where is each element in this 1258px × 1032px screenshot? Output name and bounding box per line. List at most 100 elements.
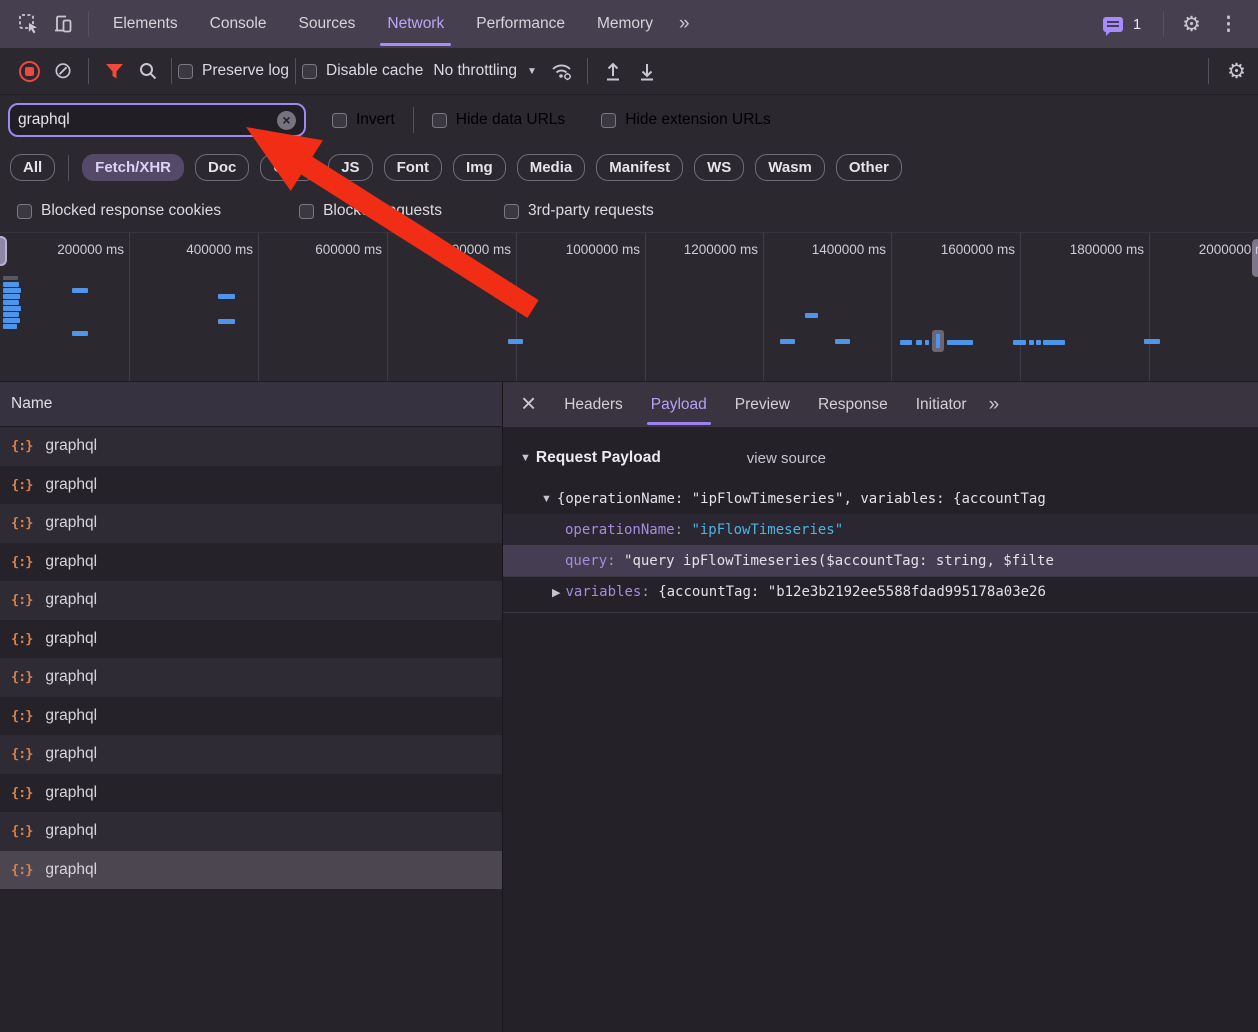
tab-performance[interactable]: Performance — [460, 0, 581, 48]
request-name: graphql — [45, 822, 97, 840]
invert-checkbox[interactable] — [332, 113, 347, 128]
timeline-overview[interactable]: 200000 ms400000 ms600000 ms800000 ms1000… — [0, 232, 1258, 382]
record-button[interactable] — [12, 54, 46, 88]
payload-row-variables[interactable]: ▶ variables: {accountTag: "b12e3b2192ee5… — [503, 576, 1258, 607]
network-conditions-icon[interactable] — [545, 54, 579, 88]
search-icon[interactable] — [131, 54, 165, 88]
filter-chip-js[interactable]: JS — [328, 154, 372, 181]
filter-input-box: × — [8, 103, 306, 137]
disable-cache-checkbox[interactable] — [302, 64, 317, 79]
detail-tab-payload[interactable]: Payload — [637, 382, 721, 427]
throttling-select[interactable]: No throttling ▼ — [433, 62, 536, 80]
request-row[interactable]: {:}graphql — [0, 620, 502, 659]
clear-network-log-icon[interactable]: ⊘ — [46, 54, 80, 88]
json-icon: {:} — [11, 438, 32, 454]
request-row[interactable]: {:}graphql — [0, 466, 502, 505]
request-row[interactable]: {:}graphql — [0, 774, 502, 813]
request-row[interactable]: {:}graphql — [0, 735, 502, 774]
filter-chip-all[interactable]: All — [10, 154, 55, 181]
third-party-requests-checkbox[interactable] — [504, 204, 519, 219]
request-row[interactable]: {:}graphql — [0, 504, 502, 543]
json-icon: {:} — [11, 785, 32, 801]
advanced-filter-row: Blocked response cookies Blocked request… — [0, 190, 1258, 232]
json-icon: {:} — [11, 823, 32, 839]
tab-console[interactable]: Console — [194, 0, 283, 48]
filter-chip-doc[interactable]: Doc — [195, 154, 249, 181]
detail-tab-headers[interactable]: Headers — [550, 382, 637, 427]
request-row[interactable]: {:} graphql — [0, 812, 502, 851]
import-har-icon[interactable] — [596, 54, 630, 88]
request-row[interactable]: {:}graphql — [0, 581, 502, 620]
filter-chip-media[interactable]: Media — [517, 154, 586, 181]
hide-data-urls-group: Hide data URLs — [432, 111, 565, 129]
filter-input[interactable] — [18, 111, 277, 129]
filter-funnel-icon[interactable] — [97, 54, 131, 88]
request-row[interactable]: {:}graphql — [0, 658, 502, 697]
payload-root-preview: {operationName: "ipFlowTimeseries", vari… — [557, 491, 1046, 507]
tab-sources[interactable]: Sources — [283, 0, 372, 48]
filter-chip-wasm[interactable]: Wasm — [755, 154, 825, 181]
filter-chip-font[interactable]: Font — [384, 154, 442, 181]
timeline-marker — [932, 330, 944, 352]
network-settings-gear-icon[interactable]: ⚙ — [1227, 59, 1246, 83]
name-column-header[interactable]: Name — [0, 382, 502, 427]
timeline-bar — [925, 340, 929, 345]
request-row[interactable]: {:}graphql — [0, 697, 502, 736]
detail-tab-response[interactable]: Response — [804, 382, 902, 427]
divider — [587, 58, 588, 84]
filter-chip-img[interactable]: Img — [453, 154, 506, 181]
payload-root-node[interactable]: ▼ {operationName: "ipFlowTimeseries", va… — [503, 484, 1258, 514]
detail-tab-initiator[interactable]: Initiator — [902, 382, 981, 427]
tab-network[interactable]: Network — [371, 0, 460, 48]
request-rows: {:}graphql{:}graphql{:}graphql{:}graphql… — [0, 427, 502, 889]
request-row[interactable]: {:}graphql — [0, 851, 502, 890]
request-name: graphql — [45, 707, 97, 725]
request-row[interactable]: {:}graphql — [0, 427, 502, 466]
device-toolbar-icon[interactable] — [46, 7, 80, 41]
hide-data-urls-checkbox[interactable] — [432, 113, 447, 128]
kebab-menu-icon[interactable]: ⋮ — [1211, 13, 1246, 36]
timeline-bar — [3, 306, 21, 311]
detail-tab-preview[interactable]: Preview — [721, 382, 804, 427]
hide-extension-urls-group: Hide extension URLs — [601, 111, 771, 129]
json-icon: {:} — [11, 862, 32, 878]
filter-chip-other[interactable]: Other — [836, 154, 902, 181]
blocked-response-cookies-label: Blocked response cookies — [41, 202, 221, 220]
timeline-gridline — [763, 233, 764, 381]
issues-bubble-icon[interactable] — [1103, 17, 1123, 32]
throttling-value: No throttling — [433, 62, 517, 80]
payload-row-query[interactable]: query: "query ipFlowTimeseries($accountT… — [503, 545, 1258, 576]
settings-gear-icon[interactable]: ⚙ — [1182, 12, 1201, 36]
timeline-bar — [1144, 339, 1160, 344]
blocked-response-cookies-checkbox[interactable] — [17, 204, 32, 219]
caret-right-icon: ▶ — [552, 586, 560, 599]
tab-memory[interactable]: Memory — [581, 0, 669, 48]
timeline-bar — [805, 313, 818, 318]
export-har-icon[interactable] — [630, 54, 664, 88]
preserve-log-checkbox[interactable] — [178, 64, 193, 79]
inspect-element-icon[interactable] — [12, 7, 46, 41]
timeline-tick-label: 1000000 ms — [520, 242, 640, 257]
close-icon[interactable]: × — [509, 390, 550, 420]
filter-row: × Invert Hide data URLs Hide extension U… — [0, 95, 1258, 145]
more-detail-tabs-icon[interactable]: » — [981, 394, 1010, 416]
payload-row-operation-name[interactable]: operationName: "ipFlowTimeseries" — [503, 514, 1258, 545]
hide-data-urls-label: Hide data URLs — [456, 111, 565, 129]
blocked-requests-checkbox[interactable] — [299, 204, 314, 219]
timeline-bar — [835, 339, 850, 344]
hide-extension-urls-checkbox[interactable] — [601, 113, 616, 128]
divider — [413, 107, 414, 133]
tab-elements[interactable]: Elements — [97, 0, 194, 48]
request-row[interactable]: {:}graphql — [0, 543, 502, 582]
filter-chip-css[interactable]: CSS — [260, 154, 317, 181]
request-payload-section[interactable]: ▼ Request Payload view source — [503, 444, 1258, 472]
view-source-link[interactable]: view source — [747, 450, 826, 467]
filter-chip-manifest[interactable]: Manifest — [596, 154, 683, 181]
more-tabs-icon[interactable]: » — [669, 13, 702, 35]
filter-chip-ws[interactable]: WS — [694, 154, 744, 181]
clear-filter-icon[interactable]: × — [277, 111, 296, 130]
filter-chip-fetch-xhr[interactable]: Fetch/XHR — [82, 154, 184, 181]
timeline-gridline — [387, 233, 388, 381]
json-icon: {:} — [11, 746, 32, 762]
devtools-tab-list: ElementsConsoleSourcesNetworkPerformance… — [97, 0, 669, 48]
